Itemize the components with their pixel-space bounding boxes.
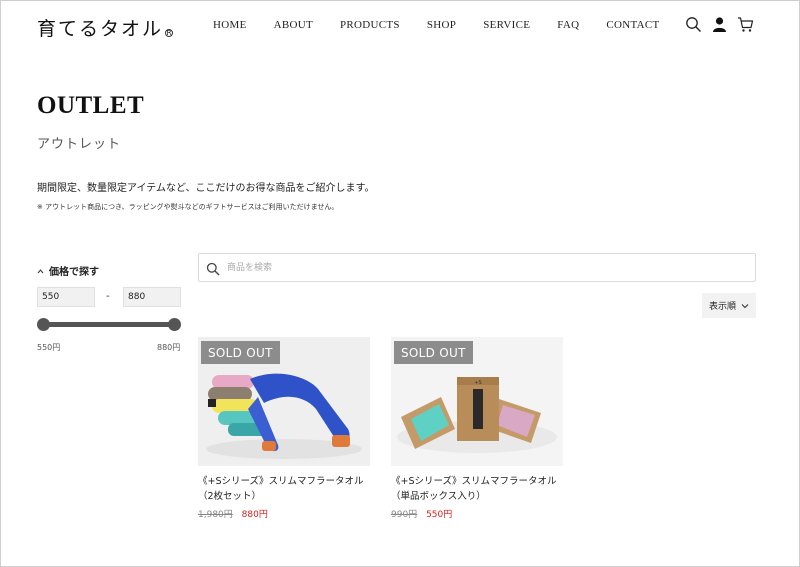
search-icon	[206, 261, 220, 276]
product-prices: 1,980円 880円	[198, 507, 370, 520]
nav-home[interactable]: HOME	[213, 19, 247, 31]
price-slider-track[interactable]	[43, 322, 174, 327]
price-slider-max-handle[interactable]	[168, 318, 181, 331]
sale-price: 880円	[241, 510, 268, 520]
price-range-dash: -	[106, 291, 110, 302]
chevron-up-icon	[37, 267, 44, 274]
nav-about[interactable]: ABOUT	[274, 19, 313, 31]
nav-service[interactable]: SERVICE	[483, 19, 530, 31]
account-icon[interactable]	[711, 16, 728, 33]
search-input[interactable]	[227, 258, 727, 278]
price-max-input[interactable]	[123, 287, 181, 307]
product-image[interactable]: SOLD OUT +S	[391, 337, 563, 466]
original-price: 1,980円	[198, 510, 233, 520]
page-description: 期間限定、数量限定アイテムなど、ここだけのお得な商品をご紹介します。	[37, 183, 375, 194]
page-subtitle: アウトレット	[37, 137, 122, 152]
product-card[interactable]: SOLD OUT +S 《+Sシリーズ》スリムマフラータオル（単品ボックス入り）…	[391, 337, 563, 520]
nav-contact[interactable]: CONTACT	[606, 19, 659, 31]
search-icon[interactable]	[685, 16, 702, 33]
nav-products[interactable]: PRODUCTS	[340, 19, 400, 31]
original-price: 990円	[391, 510, 418, 520]
price-filter-heading: 価格で探す	[49, 267, 99, 278]
product-image[interactable]: SOLD OUT	[198, 337, 370, 466]
chevron-down-icon	[741, 302, 749, 310]
nav-faq[interactable]: FAQ	[557, 19, 579, 31]
svg-text:+S: +S	[474, 380, 481, 386]
product-name[interactable]: 《+Sシリーズ》スリムマフラータオル（2枚セット）	[198, 474, 370, 504]
sold-out-badge: SOLD OUT	[201, 341, 280, 364]
price-min-input[interactable]	[37, 287, 95, 307]
registered-mark: R	[165, 29, 174, 37]
nav-shop[interactable]: SHOP	[427, 19, 456, 31]
main-nav: HOME ABOUT PRODUCTS SHOP SERVICE FAQ CON…	[213, 19, 660, 31]
header-icons	[685, 16, 754, 33]
sale-price: 550円	[426, 510, 453, 520]
product-search[interactable]	[198, 253, 756, 282]
sort-dropdown[interactable]: 表示順	[702, 293, 756, 318]
page-note: ※ アウトレット商品につき、ラッピングや熨斗などのギフトサービスはご利用いただけ…	[37, 203, 339, 211]
price-filter-toggle[interactable]: 価格で探す	[37, 263, 99, 278]
price-max-label: 880円	[157, 343, 181, 352]
cart-icon[interactable]	[737, 16, 754, 33]
product-name[interactable]: 《+Sシリーズ》スリムマフラータオル（単品ボックス入り）	[391, 474, 563, 504]
price-slider-min-handle[interactable]	[37, 318, 50, 331]
page-title: OUTLET	[37, 92, 145, 119]
product-card[interactable]: SOLD OUT 《+Sシリーズ》スリムマフラータオル（2枚セット） 1,980…	[198, 337, 370, 520]
price-min-label: 550円	[37, 343, 61, 352]
product-prices: 990円 550円	[391, 507, 563, 520]
sold-out-badge: SOLD OUT	[394, 341, 473, 364]
sort-label: 表示順	[709, 302, 737, 312]
site-logo[interactable]: 育てるタオル R	[37, 14, 174, 41]
